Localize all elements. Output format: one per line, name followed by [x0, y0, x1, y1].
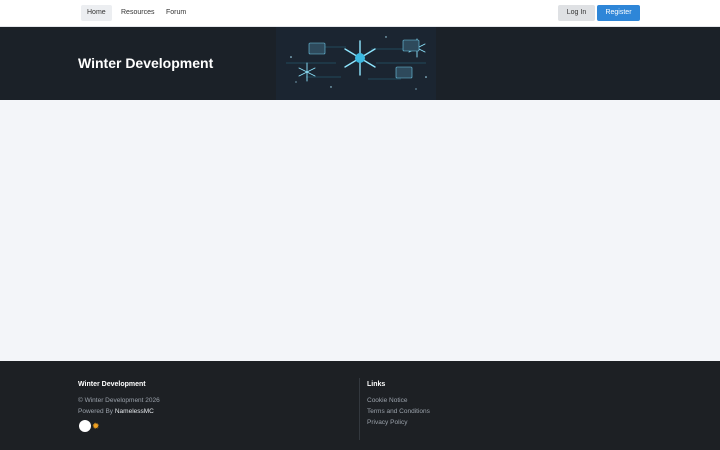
nav-resources[interactable]: Resources [115, 5, 160, 21]
nav-forum[interactable]: Forum [160, 5, 192, 21]
privacy-policy-link[interactable]: Privacy Policy [367, 419, 407, 426]
footer-links-heading: Links [367, 381, 386, 388]
footer-powered-by: Powered By NamelessMC [78, 408, 154, 415]
footer-brand: Winter Development [78, 381, 146, 388]
footer-divider [359, 378, 360, 440]
hero-banner: Winter Development [0, 27, 720, 100]
top-navbar: Home Resources Forum Log In Register [0, 0, 720, 27]
login-button[interactable]: Log In [558, 5, 595, 21]
terms-link[interactable]: Terms and Conditions [367, 408, 430, 415]
dark-mode-toggle[interactable] [79, 420, 91, 432]
register-button[interactable]: Register [597, 5, 640, 21]
site-title: Winter Development [78, 55, 214, 71]
nav-home[interactable]: Home [81, 5, 112, 21]
footer-copyright: © Winter Development 2026 [78, 397, 160, 404]
namelessmc-link[interactable]: NamelessMC [115, 408, 154, 415]
powered-by-label: Powered By [78, 408, 114, 415]
cookie-notice-link[interactable]: Cookie Notice [367, 397, 407, 404]
sun-icon: ✹ [92, 421, 100, 431]
footer: Winter Development © Winter Development … [0, 361, 720, 450]
banner-image [276, 27, 436, 100]
